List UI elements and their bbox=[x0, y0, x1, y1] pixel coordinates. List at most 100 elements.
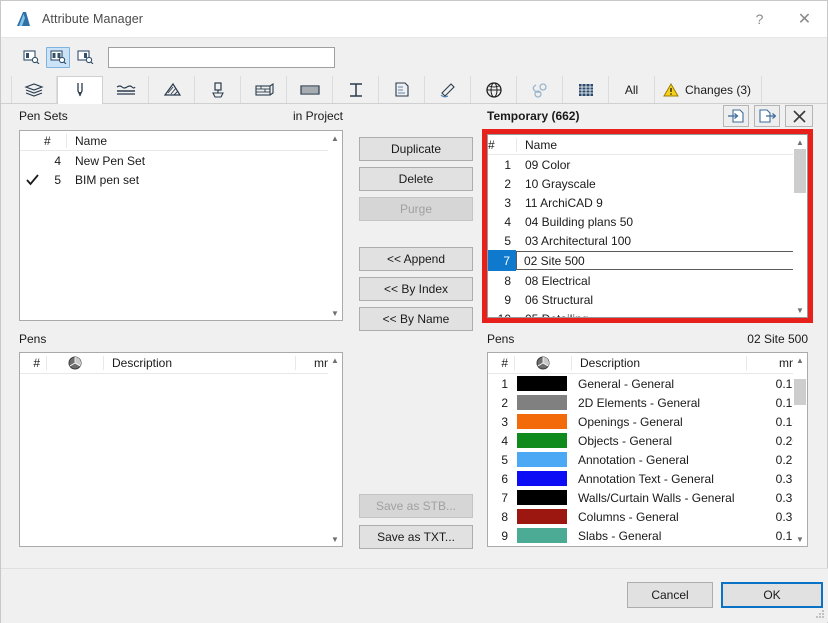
tab-operation-profiles[interactable] bbox=[517, 76, 563, 103]
pen-color-swatch[interactable] bbox=[514, 376, 570, 391]
tab-surfaces[interactable] bbox=[195, 76, 241, 103]
list-item[interactable]: 8 08 Electrical bbox=[488, 271, 807, 290]
tab-profiles[interactable] bbox=[333, 76, 379, 103]
left-pens-table[interactable]: # Description mm ▲ ▼ bbox=[19, 352, 343, 547]
resize-grip-icon[interactable] bbox=[813, 607, 825, 619]
close-window-button[interactable]: ✕ bbox=[782, 1, 827, 38]
list-item-selected[interactable]: 7 02 Site 500 bbox=[488, 250, 807, 271]
scroll-track[interactable] bbox=[328, 367, 342, 532]
duplicate-button[interactable]: Duplicate bbox=[359, 137, 473, 161]
right-pens-table[interactable]: # Description mm 1 General - General 0.1… bbox=[487, 352, 808, 547]
color-wheel-icon bbox=[515, 356, 571, 370]
by-name-button[interactable]: << By Name bbox=[359, 307, 473, 331]
temporary-scrollbar[interactable]: ▲ ▼ bbox=[793, 135, 807, 317]
table-row[interactable]: 9 Slabs - General 0.13 bbox=[488, 526, 807, 545]
table-row[interactable]: 7 Walls/Curtain Walls - General 0.35 bbox=[488, 488, 807, 507]
list-item[interactable]: 4 04 Building plans 50 bbox=[488, 212, 807, 231]
import-file-icon[interactable] bbox=[723, 105, 749, 127]
tab-zone-categories[interactable] bbox=[379, 76, 425, 103]
scroll-down-icon[interactable]: ▼ bbox=[793, 532, 807, 546]
pen-color-swatch[interactable] bbox=[514, 414, 570, 429]
temporary-name: 05 Detailing bbox=[517, 312, 807, 318]
ok-button[interactable]: OK bbox=[721, 582, 823, 608]
pen-index: 7 bbox=[501, 490, 508, 505]
scroll-track[interactable] bbox=[328, 145, 342, 306]
delete-button[interactable]: Delete bbox=[359, 167, 473, 191]
temporary-rows: 1 09 Color 2 10 Grayscale 3 11 ArchiCAD … bbox=[488, 155, 807, 318]
save-as-txt-button[interactable]: Save as TXT... bbox=[359, 525, 473, 549]
pen-sets-scrollbar[interactable]: ▲ ▼ bbox=[328, 131, 342, 320]
search-scope-both-icon[interactable] bbox=[46, 46, 70, 68]
tab-changes[interactable]: Changes (3) bbox=[655, 76, 763, 103]
tab-grids[interactable] bbox=[563, 76, 609, 103]
cancel-button[interactable]: Cancel bbox=[627, 582, 713, 608]
list-item[interactable]: 2 10 Grayscale bbox=[488, 174, 807, 193]
list-item[interactable]: 5 03 Architectural 100 bbox=[488, 231, 807, 250]
list-item[interactable]: 1 09 Color bbox=[488, 155, 807, 174]
pen-description: Columns - General bbox=[578, 509, 679, 524]
pen-set-active-check[interactable] bbox=[20, 173, 44, 186]
table-row[interactable]: 1 General - General 0.13 bbox=[488, 374, 807, 393]
pen-index: 5 bbox=[501, 452, 508, 467]
pen-color-swatch[interactable] bbox=[514, 433, 570, 448]
pen-color-swatch[interactable] bbox=[514, 471, 570, 486]
pen-color-swatch[interactable] bbox=[514, 452, 570, 467]
export-file-icon[interactable] bbox=[754, 105, 780, 127]
tab-composites[interactable] bbox=[287, 76, 333, 103]
scroll-up-icon[interactable]: ▲ bbox=[328, 353, 342, 367]
table-row[interactable]: 6 Annotation Text - General 0.35 bbox=[488, 469, 807, 488]
scroll-down-icon[interactable]: ▼ bbox=[328, 532, 342, 546]
pen-description: Walls/Curtain Walls - General bbox=[578, 490, 735, 505]
scroll-down-icon[interactable]: ▼ bbox=[328, 306, 342, 320]
scroll-up-icon[interactable]: ▲ bbox=[793, 135, 807, 149]
tab-layers[interactable] bbox=[11, 76, 57, 103]
list-item[interactable]: 10 05 Detailing bbox=[488, 309, 807, 318]
list-item[interactable]: 3 11 ArchiCAD 9 bbox=[488, 193, 807, 212]
search-input[interactable] bbox=[109, 47, 334, 67]
list-item[interactable]: 5 BIM pen set bbox=[20, 170, 342, 189]
left-panel-title: Pen Sets bbox=[19, 109, 68, 123]
tab-building-materials[interactable] bbox=[241, 76, 287, 103]
table-row[interactable]: 4 Objects - General 0.20 bbox=[488, 431, 807, 450]
tab-mep-systems[interactable] bbox=[471, 76, 517, 103]
window-title: Attribute Manager bbox=[42, 12, 144, 26]
right-pens-subtitle: 02 Site 500 bbox=[747, 332, 808, 346]
temporary-index: 8 bbox=[504, 273, 511, 288]
help-button[interactable]: ? bbox=[737, 1, 782, 38]
scroll-track[interactable] bbox=[793, 149, 807, 303]
scroll-thumb[interactable] bbox=[794, 149, 806, 193]
tab-pens[interactable] bbox=[57, 76, 103, 104]
scroll-up-icon[interactable]: ▲ bbox=[328, 131, 342, 145]
pen-sets-list[interactable]: # Name 4 New Pen Set 5 BIM pen set ▲ ▼ bbox=[19, 130, 343, 321]
by-index-button[interactable]: << By Index bbox=[359, 277, 473, 301]
pen-color-swatch[interactable] bbox=[514, 509, 570, 524]
table-row[interactable]: 8 Columns - General 0.35 bbox=[488, 507, 807, 526]
search-scope-right-icon[interactable] bbox=[73, 47, 97, 68]
scroll-down-icon[interactable]: ▼ bbox=[793, 303, 807, 317]
scroll-up-icon[interactable]: ▲ bbox=[793, 353, 807, 367]
pen-color-swatch[interactable] bbox=[514, 490, 570, 505]
table-row[interactable]: 2 2D Elements - General 0.15 bbox=[488, 393, 807, 412]
tab-line-types[interactable] bbox=[103, 76, 149, 103]
right-pens-scrollbar[interactable]: ▲ ▼ bbox=[793, 353, 807, 546]
temporary-index: 4 bbox=[504, 214, 511, 229]
tab-all[interactable]: All bbox=[609, 76, 655, 103]
scroll-track[interactable] bbox=[793, 367, 807, 532]
close-panel-icon[interactable] bbox=[785, 105, 813, 127]
right-pens-desc-header: Description bbox=[580, 356, 641, 370]
temporary-name-edit-input[interactable]: 02 Site 500 bbox=[516, 251, 806, 270]
list-item[interactable]: 4 New Pen Set bbox=[20, 151, 342, 170]
list-item[interactable]: 9 06 Structural bbox=[488, 290, 807, 309]
tab-markup-styles[interactable] bbox=[425, 76, 471, 103]
scroll-thumb[interactable] bbox=[794, 379, 806, 405]
search-scope-left-icon[interactable] bbox=[19, 47, 43, 68]
tab-fill-types[interactable] bbox=[149, 76, 195, 103]
table-row[interactable]: 5 Annotation - General 0.25 bbox=[488, 450, 807, 469]
table-row[interactable]: 3 Openings - General 0.18 bbox=[488, 412, 807, 431]
temporary-list[interactable]: # Name 1 09 Color 2 10 Grayscale 3 11 Ar… bbox=[487, 134, 808, 318]
pen-color-swatch[interactable] bbox=[514, 395, 570, 410]
pen-color-swatch[interactable] bbox=[514, 528, 570, 543]
left-pens-scrollbar[interactable]: ▲ ▼ bbox=[328, 353, 342, 546]
temporary-index: 9 bbox=[504, 292, 511, 307]
append-button[interactable]: << Append bbox=[359, 247, 473, 271]
